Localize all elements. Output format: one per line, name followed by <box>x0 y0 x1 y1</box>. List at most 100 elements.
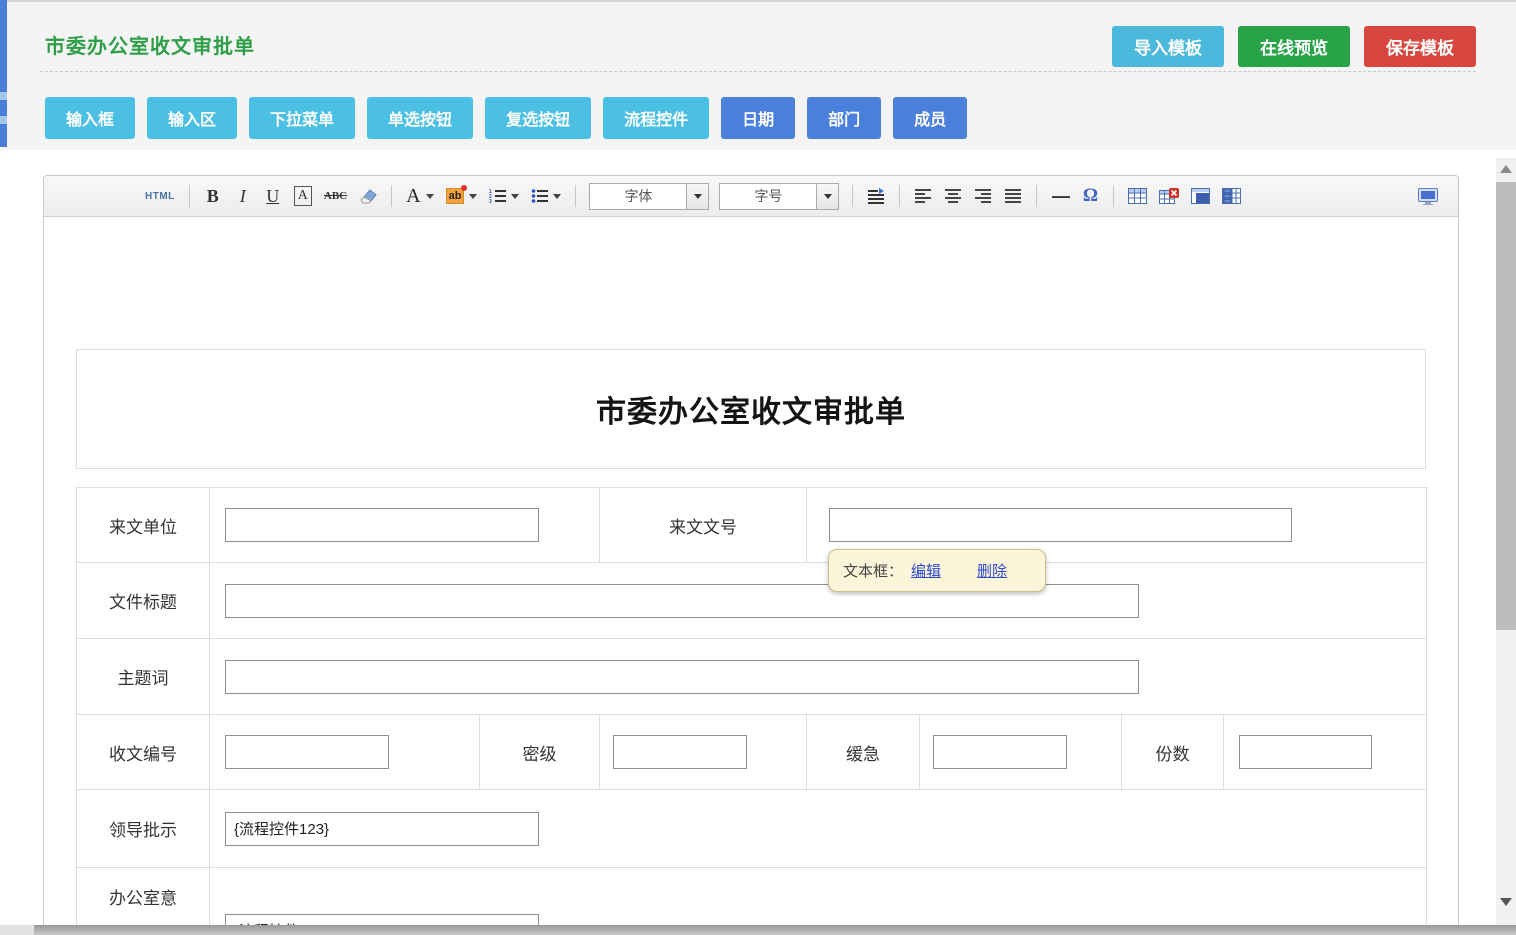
cell-urgency <box>920 715 1122 790</box>
chevron-down-icon <box>511 194 519 199</box>
table-row: 领导批示 <box>77 790 1427 868</box>
insert-radio-button[interactable]: 单选按钮 <box>367 97 473 139</box>
cell-source-unit <box>210 488 600 563</box>
indent-icon[interactable] <box>867 183 885 209</box>
cell-secrecy <box>600 715 807 790</box>
ordered-list-icon[interactable]: 1 2 3 <box>489 183 519 209</box>
toolbar-separator <box>189 185 190 207</box>
horizontal-rule-button[interactable]: — <box>1051 183 1069 209</box>
label-receipt-number: 收文编号 <box>77 715 210 790</box>
strikethrough-button[interactable]: ABC <box>324 183 347 209</box>
save-template-button[interactable]: 保存模板 <box>1364 26 1476 67</box>
special-char-button[interactable]: Ω <box>1081 183 1099 209</box>
online-preview-button[interactable]: 在线预览 <box>1238 26 1350 67</box>
unordered-list-icon[interactable] <box>531 183 561 209</box>
cell-keywords <box>210 639 1427 715</box>
insert-date-button[interactable]: 日期 <box>721 97 795 139</box>
toolbar-separator <box>575 185 576 207</box>
chevron-down-icon[interactable] <box>686 184 708 209</box>
delete-link[interactable]: 删除 <box>977 560 1007 581</box>
insert-table-icon[interactable] <box>1128 183 1147 209</box>
align-center-icon[interactable] <box>944 183 962 209</box>
toolbar-separator <box>391 185 392 207</box>
field-button-row: 输入框 输入区 下拉菜单 单选按钮 复选按钮 流程控件 日期 部门 成员 <box>45 97 967 139</box>
left-edge-strip <box>0 0 7 147</box>
form-title-box: 市委办公室收文审批单 <box>76 349 1426 469</box>
italic-button[interactable]: I <box>234 183 252 209</box>
svg-text:3: 3 <box>489 199 492 204</box>
table-row: 收文编号 密级 缓急 份数 <box>77 715 1427 790</box>
insert-department-button[interactable]: 部门 <box>807 97 881 139</box>
editor-content[interactable]: 市委办公室收文审批单 来文单位 来文文号 <box>44 217 1458 935</box>
align-left-icon[interactable] <box>914 183 932 209</box>
cell-receipt-number <box>210 715 480 790</box>
insert-member-button[interactable]: 成员 <box>893 97 967 139</box>
form-title: 市委办公室收文审批单 <box>596 387 906 431</box>
underline-button[interactable]: U <box>264 183 282 209</box>
eraser-icon[interactable] <box>359 183 377 209</box>
page: 市委办公室收文审批单 导入模板 在线预览 保存模板 输入框 输入区 下拉菜单 单… <box>0 0 1516 935</box>
label-keywords: 主题词 <box>77 639 210 715</box>
source-code-button[interactable]: HTML <box>145 183 175 209</box>
secrecy-input[interactable] <box>613 735 747 769</box>
source-unit-input[interactable] <box>225 508 539 542</box>
urgency-input[interactable] <box>933 735 1067 769</box>
insert-checkbox-button[interactable]: 复选按钮 <box>485 97 591 139</box>
receipt-number-input[interactable] <box>225 735 389 769</box>
cell-copies <box>1224 715 1427 790</box>
chevron-down-icon[interactable] <box>816 184 838 209</box>
cell-doc-title <box>210 563 1427 639</box>
edit-link[interactable]: 编辑 <box>911 560 941 581</box>
delete-table-icon[interactable] <box>1159 183 1179 209</box>
chevron-down-icon <box>469 194 477 199</box>
insert-flow-control-button[interactable]: 流程控件 <box>603 97 709 139</box>
label-doc-title: 文件标题 <box>77 563 210 639</box>
bold-button[interactable]: B <box>204 183 222 209</box>
import-template-button[interactable]: 导入模板 <box>1112 26 1224 67</box>
bottom-left-corner <box>0 925 34 935</box>
page-title: 市委办公室收文审批单 <box>45 30 255 59</box>
fullscreen-icon[interactable] <box>1418 183 1438 209</box>
highlight-color-button[interactable]: ab <box>446 183 478 209</box>
header-actions: 导入模板 在线预览 保存模板 <box>1112 26 1476 67</box>
format-a-button[interactable]: A <box>294 186 312 206</box>
strip-mark <box>0 116 7 124</box>
approval-form-table: 来文单位 来文文号 文件标题 主题词 <box>76 487 1427 935</box>
scroll-down-icon[interactable] <box>1496 893 1516 911</box>
table-row: 来文单位 来文文号 <box>77 488 1427 563</box>
font-size-select[interactable]: 字号 <box>719 183 839 210</box>
label-source-unit: 来文单位 <box>77 488 210 563</box>
table-row: 主题词 <box>77 639 1427 715</box>
vertical-scrollbar[interactable] <box>1496 158 1516 925</box>
dashed-divider <box>40 71 1476 72</box>
scroll-up-icon[interactable] <box>1496 160 1516 178</box>
toolbar-separator <box>852 185 853 207</box>
leader-comments-input[interactable] <box>225 812 539 846</box>
insert-input-button[interactable]: 输入框 <box>45 97 135 139</box>
copies-input[interactable] <box>1239 735 1372 769</box>
chevron-down-icon <box>553 194 561 199</box>
insert-dropdown-button[interactable]: 下拉菜单 <box>249 97 355 139</box>
rich-text-editor: HTML B I U A ABC A ab 1 <box>43 175 1459 935</box>
bottom-scrollbar-track[interactable] <box>0 925 1516 935</box>
toolbar-separator <box>899 185 900 207</box>
editor-toolbar: HTML B I U A ABC A ab 1 <box>44 176 1458 217</box>
doc-number-input[interactable] <box>829 508 1292 542</box>
keywords-input[interactable] <box>225 660 1139 694</box>
cell-leader-comments <box>210 790 1427 868</box>
insert-textarea-button[interactable]: 输入区 <box>147 97 237 139</box>
split-cell-icon[interactable] <box>1222 183 1241 209</box>
table-row: 文件标题 <box>77 563 1427 639</box>
align-right-icon[interactable] <box>974 183 992 209</box>
label-doc-number: 来文文号 <box>600 488 807 563</box>
font-size-label: 字号 <box>720 184 816 209</box>
font-color-button[interactable]: A <box>406 183 433 209</box>
toolbar-separator <box>1113 185 1114 207</box>
font-family-select[interactable]: 字体 <box>589 183 709 210</box>
table-prop-icon[interactable] <box>1191 183 1210 209</box>
label-urgency: 缓急 <box>807 715 920 790</box>
align-justify-icon[interactable] <box>1004 183 1022 209</box>
chevron-down-icon <box>426 194 434 199</box>
scrollbar-thumb[interactable] <box>1496 182 1516 630</box>
header: 市委办公室收文审批单 导入模板 在线预览 保存模板 输入框 输入区 下拉菜单 单… <box>0 0 1516 150</box>
